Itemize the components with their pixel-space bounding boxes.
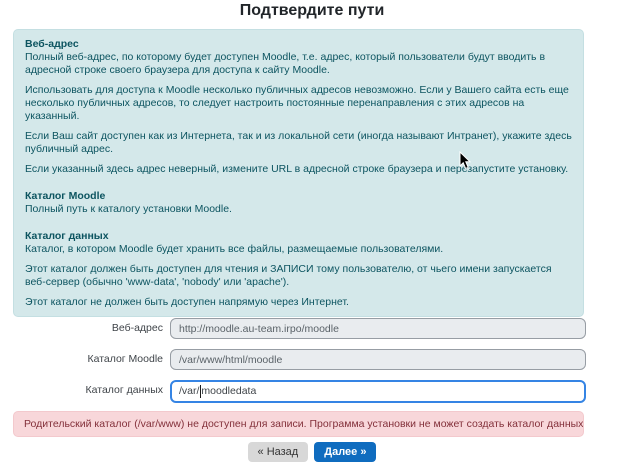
info-heading-moodle-dir: Каталог Moodle: [25, 190, 572, 203]
info-paragraph: Полный веб-адрес, по которому будет дост…: [25, 51, 572, 77]
info-paragraph: Если указанный здесь адрес неверный, изм…: [25, 163, 572, 176]
back-button[interactable]: « Назад: [248, 442, 309, 462]
info-paragraph: Каталог, в котором Moodle будет хранить …: [25, 243, 572, 256]
error-message-box: Родительский каталог (/var/www) не досту…: [13, 411, 584, 437]
moodle-directory-input[interactable]: [170, 349, 586, 370]
info-paragraph: Если Ваш сайт доступен как из Интернета,…: [25, 130, 572, 156]
info-heading-web-address: Веб-адрес: [25, 38, 572, 51]
next-button[interactable]: Далее »: [314, 442, 376, 462]
form-row-web-address: Веб-адрес: [0, 318, 624, 339]
info-section-web-address: Веб-адрес Полный веб-адрес, по которому …: [25, 38, 572, 176]
error-message-text: Родительский каталог (/var/www) не досту…: [24, 418, 584, 430]
data-directory-value-after-caret: moodledata: [201, 382, 256, 401]
paths-info-box: Веб-адрес Полный веб-адрес, по которому …: [13, 29, 584, 317]
info-section-data-dir: Каталог данных Каталог, в котором Moodle…: [25, 230, 572, 317]
form-row-data-directory: Каталог данных /var/ moodledata: [0, 380, 624, 401]
info-section-moodle-dir: Каталог Moodle Полный путь к каталогу ус…: [25, 190, 572, 216]
info-paragraph: Программа установки попробует создать эт…: [25, 316, 572, 317]
moodle-directory-label: Каталог Moodle: [0, 349, 163, 370]
info-heading-data-dir: Каталог данных: [25, 230, 572, 243]
data-directory-input[interactable]: /var/ moodledata: [170, 380, 586, 403]
form-row-moodle-directory: Каталог Moodle: [0, 349, 624, 370]
wizard-navigation: « Назад Далее »: [0, 442, 624, 462]
info-paragraph: Использовать для доступа к Moodle нескол…: [25, 84, 572, 123]
web-address-input[interactable]: [170, 318, 586, 339]
web-address-label: Веб-адрес: [0, 318, 163, 339]
info-paragraph: Полный путь к каталогу установки Moodle.: [25, 203, 572, 216]
data-directory-value-before-caret: /var/: [179, 382, 199, 401]
page-title: Подтвердите пути: [0, 2, 624, 20]
info-paragraph: Этот каталог должен быть доступен для чт…: [25, 263, 572, 289]
data-directory-label: Каталог данных: [0, 380, 163, 401]
info-paragraph: Этот каталог не должен быть доступен нап…: [25, 296, 572, 309]
